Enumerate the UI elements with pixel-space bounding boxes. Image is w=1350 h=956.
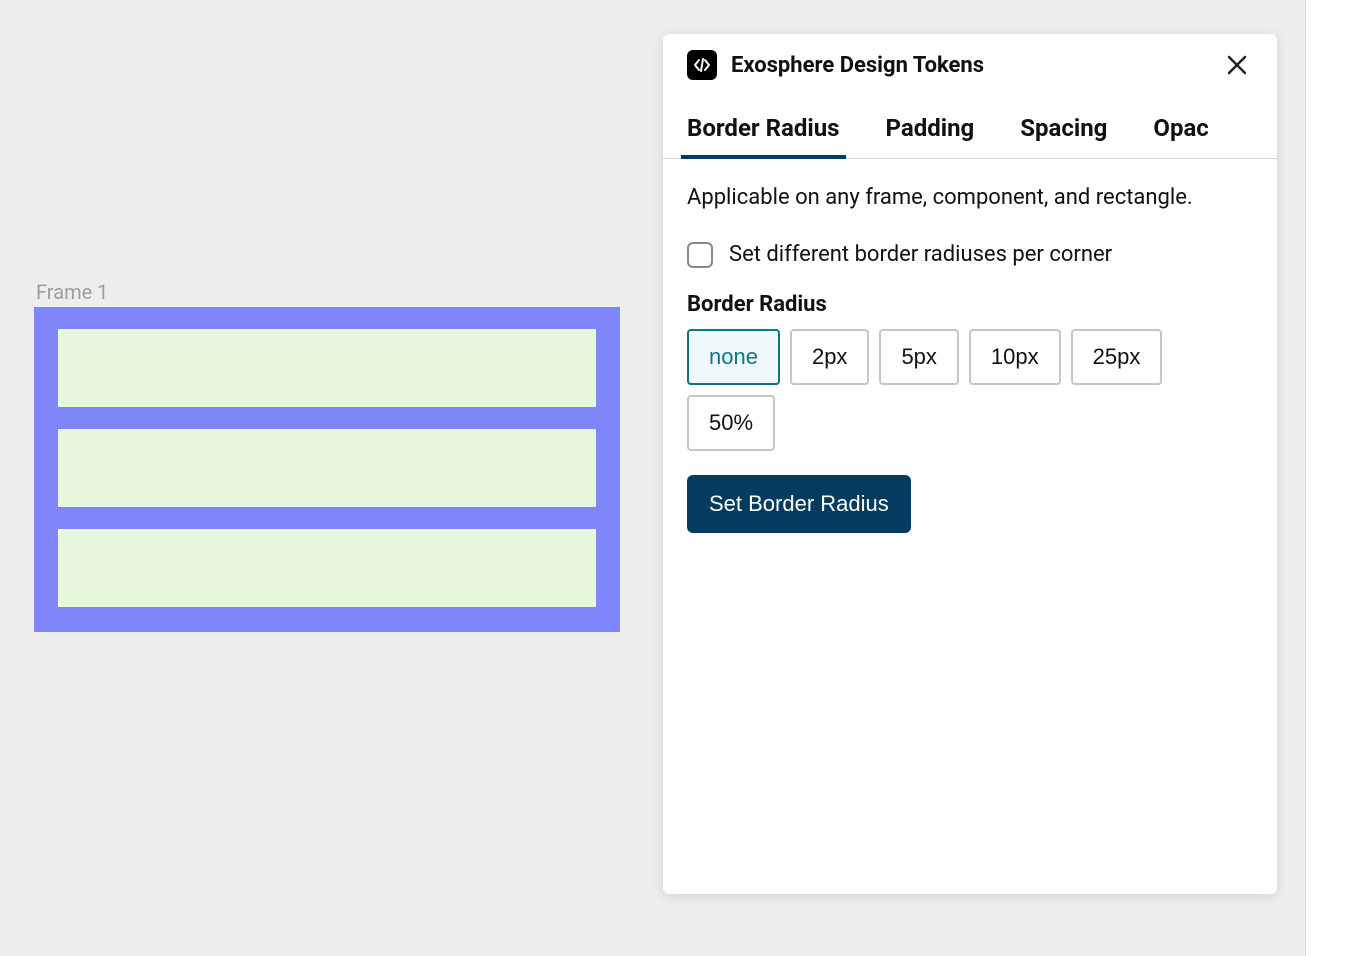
radius-options: none 2px 5px 10px 25px 50% bbox=[687, 329, 1253, 451]
frame-item[interactable] bbox=[58, 329, 596, 407]
close-button[interactable] bbox=[1221, 49, 1253, 81]
radius-option-50pct[interactable]: 50% bbox=[687, 395, 775, 451]
tab-border-radius[interactable]: Border Radius bbox=[687, 114, 840, 158]
radius-option-5px[interactable]: 5px bbox=[879, 329, 958, 385]
radius-option-none[interactable]: none bbox=[687, 329, 780, 385]
tabs-container: Border Radius Padding Spacing Opac bbox=[663, 114, 1277, 159]
radius-option-25px[interactable]: 25px bbox=[1071, 329, 1163, 385]
radius-option-2px[interactable]: 2px bbox=[790, 329, 869, 385]
frame-1[interactable] bbox=[34, 307, 620, 632]
tab-opacity[interactable]: Opac bbox=[1153, 114, 1208, 158]
plugin-window: Exosphere Design Tokens Border Radius Pa… bbox=[663, 34, 1277, 894]
tab-padding[interactable]: Padding bbox=[886, 114, 975, 158]
right-panel-edge bbox=[1305, 0, 1350, 956]
border-radius-section-label: Border Radius bbox=[687, 292, 1253, 317]
per-corner-checkbox-label: Set different border radiuses per corner bbox=[729, 242, 1112, 267]
plugin-body: Applicable on any frame, component, and … bbox=[663, 159, 1277, 557]
frame-label[interactable]: Frame 1 bbox=[36, 280, 108, 304]
radius-option-10px[interactable]: 10px bbox=[969, 329, 1061, 385]
tab-description: Applicable on any frame, component, and … bbox=[687, 183, 1253, 214]
tab-spacing[interactable]: Spacing bbox=[1020, 114, 1107, 158]
plugin-icon bbox=[687, 50, 717, 80]
frame-item[interactable] bbox=[58, 429, 596, 507]
plugin-title: Exosphere Design Tokens bbox=[731, 53, 1207, 78]
plugin-header: Exosphere Design Tokens bbox=[663, 34, 1277, 96]
close-icon bbox=[1226, 54, 1248, 76]
checkbox-row: Set different border radiuses per corner bbox=[687, 242, 1253, 268]
per-corner-checkbox[interactable] bbox=[687, 242, 713, 268]
set-border-radius-button[interactable]: Set Border Radius bbox=[687, 475, 911, 533]
frame-item[interactable] bbox=[58, 529, 596, 607]
